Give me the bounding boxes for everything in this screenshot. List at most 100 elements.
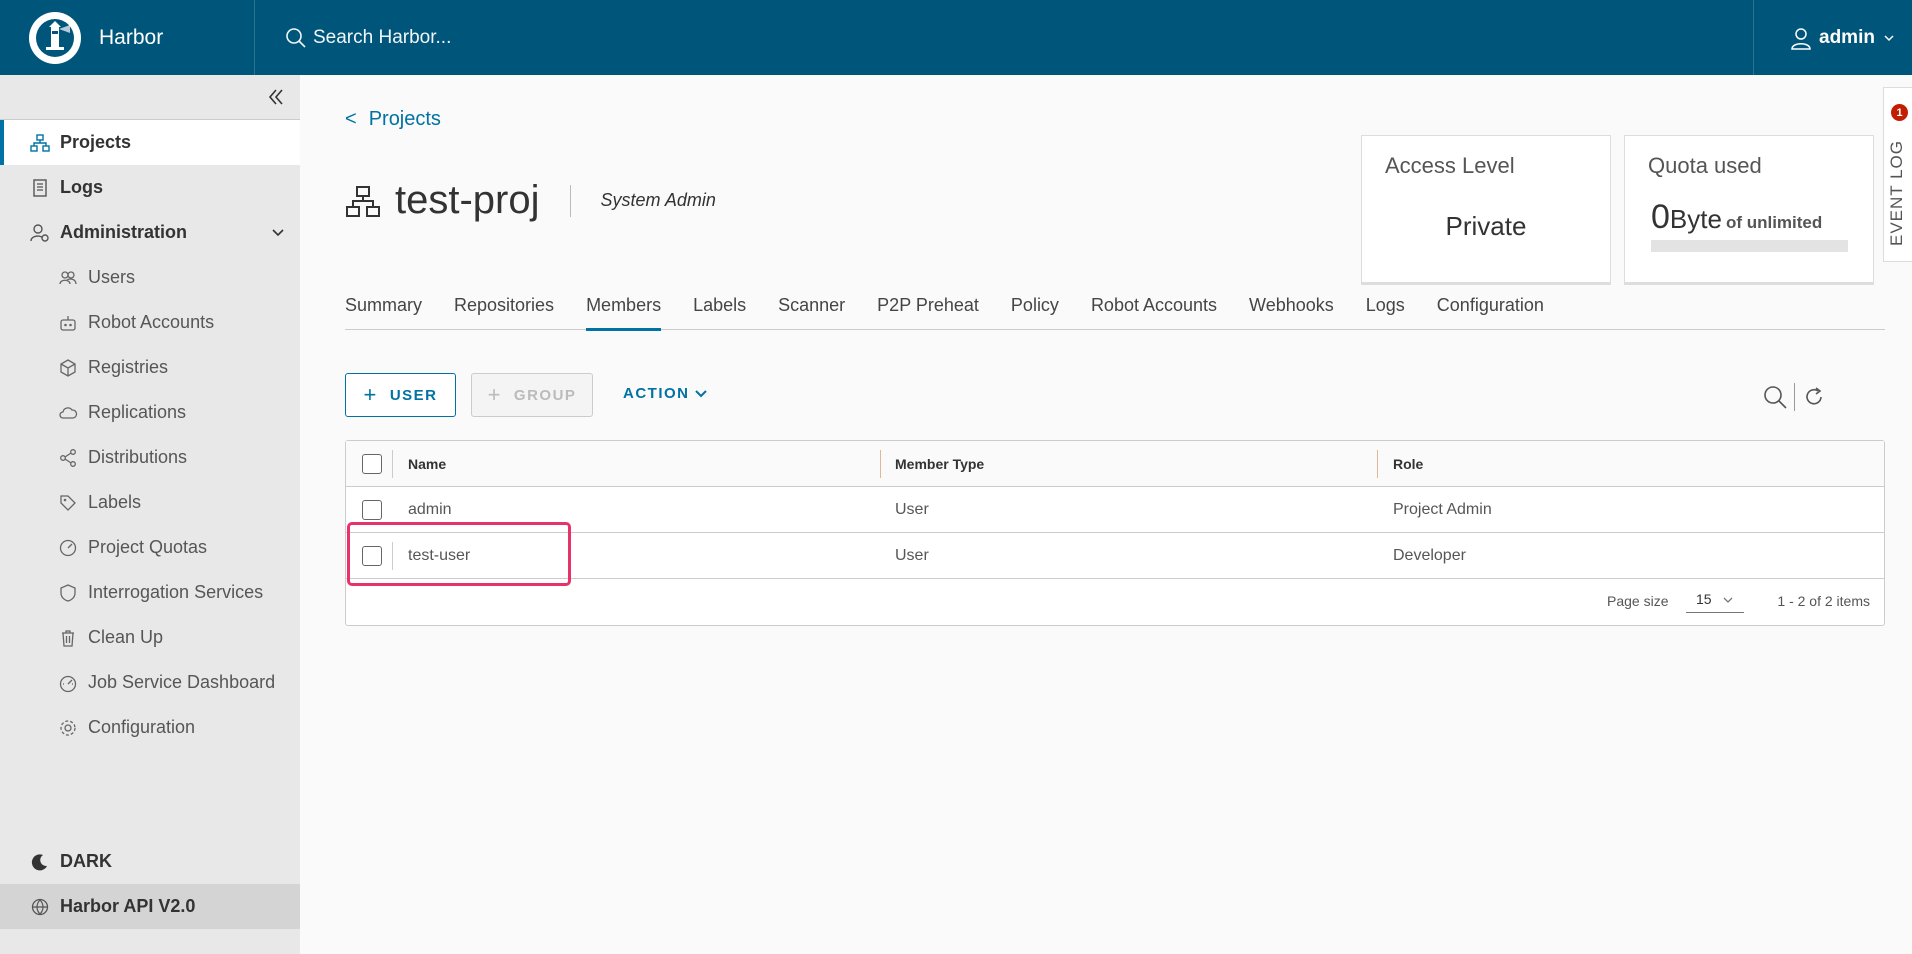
tab-policy[interactable]: Policy [1011,295,1059,330]
members-toolbar: + USER + GROUP ACTION [345,373,1885,417]
add-user-button[interactable]: + USER [345,373,456,417]
sidebar-item-job-service-dashboard[interactable]: Job Service Dashboard [0,660,300,705]
tab-p2p-preheat[interactable]: P2P Preheat [877,295,979,330]
page-size-label: Page size [1607,593,1669,609]
sidebar-item-label: Project Quotas [88,537,208,557]
api-icon [30,897,50,917]
tab-logs[interactable]: Logs [1366,295,1405,330]
sidebar-item-label: Distributions [88,447,188,467]
users-icon [58,268,78,288]
gear-icon [58,718,78,738]
sidebar-item-label: Robot Accounts [88,312,215,332]
tab-repositories[interactable]: Repositories [454,295,554,330]
sidebar-item-label: Users [88,267,136,287]
sidebar-item-label: Clean Up [88,627,164,647]
registries-icon [58,358,78,378]
add-user-label: USER [389,386,438,404]
sidebar-item-label: Administration [60,222,188,242]
sidebar: Projects Logs Administration Users Robot… [0,75,300,954]
quotas-icon [58,538,78,558]
double-chevron-left-icon [268,89,283,105]
sidebar-item-administration[interactable]: Administration [0,210,300,255]
column-header-member-type[interactable]: Member Type [895,441,984,487]
projects-icon [346,185,380,217]
main-content: < Projects test-proj System Admin Access … [300,75,1912,954]
sidebar-item-labels[interactable]: Labels [0,480,300,525]
sidebar-item-clean-up[interactable]: Clean Up [0,615,300,660]
sidebar-bottom: DARK Harbor API V2.0 [0,839,300,929]
sidebar-item-robot-accounts[interactable]: Robot Accounts [0,300,300,345]
global-search[interactable]: Search Harbor... [285,27,451,49]
page-size-select[interactable]: 15 [1686,591,1744,613]
harbor-logo-icon [29,11,81,64]
add-group-button[interactable]: + GROUP [471,373,593,417]
column-resizer[interactable] [880,450,881,478]
member-role: Developer [1393,547,1466,564]
column-resizer[interactable] [1377,450,1378,478]
sidebar-item-label: Job Service Dashboard [88,672,276,692]
dashboard-icon [58,673,78,693]
grid-tools [1762,383,1825,411]
search-icon[interactable] [1762,384,1788,410]
sidebar-item-users[interactable]: Users [0,255,300,300]
column-header-role[interactable]: Role [1393,441,1423,487]
sidebar-item-label: Logs [60,177,103,197]
sidebar-item-projects[interactable]: Projects [0,120,300,165]
sidebar-item-project-quotas[interactable]: Project Quotas [0,525,300,570]
trash-icon [58,628,78,648]
highlight-annotation [347,522,571,586]
sidebar-item-interrogation-services[interactable]: Interrogation Services [0,570,300,615]
tab-labels[interactable]: Labels [693,295,746,330]
sidebar-item-replications[interactable]: Replications [0,390,300,435]
sidebar-item-registries[interactable]: Registries [0,345,300,390]
title-divider [569,184,571,217]
table-row[interactable]: test-user User Developer [346,533,1884,579]
add-group-label: GROUP [513,386,577,404]
replications-icon [58,403,78,423]
harbor-api-link[interactable]: Harbor API V2.0 [0,884,300,929]
chevron-down-icon [272,229,284,237]
sidebar-item-label: Projects [60,132,132,152]
sidebar-item-label: Labels [88,492,142,512]
tab-scanner[interactable]: Scanner [778,295,845,330]
table-header: Name Member Type Role [346,441,1884,487]
table-row[interactable]: admin User Project Admin [346,487,1884,533]
sidebar-item-label: Replications [88,402,187,422]
member-type: User [895,547,929,564]
brand[interactable]: Harbor [0,0,255,75]
tab-robot-accounts[interactable]: Robot Accounts [1091,295,1217,330]
action-dropdown[interactable]: ACTION [623,385,709,402]
breadcrumb-projects-link[interactable]: Projects [369,108,441,130]
row-checkbox[interactable] [362,500,382,520]
page-size-value: 15 [1696,591,1712,607]
member-type: User [895,501,929,518]
members-table: Name Member Type Role admin User Project… [345,440,1885,626]
quota-card: Quota used 0Byte of unlimited [1624,135,1874,285]
tab-members[interactable]: Members [586,295,662,331]
projects-icon [30,133,50,153]
select-all-checkbox[interactable] [362,454,382,474]
sidebar-collapse-row [0,75,300,120]
user-menu[interactable]: admin [1753,0,1912,75]
tab-webhooks[interactable]: Webhooks [1249,295,1334,330]
breadcrumb[interactable]: < Projects [345,108,441,131]
refresh-icon[interactable] [1803,386,1825,408]
plus-icon: + [487,382,502,407]
column-header-name[interactable]: Name [408,441,446,487]
sidebar-item-configuration[interactable]: Configuration [0,705,300,750]
back-arrow: < [345,108,357,130]
dark-mode-toggle[interactable]: DARK [0,839,300,884]
tab-configuration[interactable]: Configuration [1437,295,1544,330]
action-label: ACTION [623,385,690,402]
event-log-label: EVENT LOG [1887,140,1906,246]
search-input[interactable]: Search Harbor... [313,27,451,49]
sidebar-item-distributions[interactable]: Distributions [0,435,300,480]
harbor-api-label: Harbor API V2.0 [60,896,196,916]
sidebar-item-logs[interactable]: Logs [0,165,300,210]
tab-summary[interactable]: Summary [345,295,422,330]
sidebar-item-label: Configuration [88,717,196,737]
quota-number: 0 [1651,198,1670,236]
page-title: test-proj [395,178,540,222]
collapse-sidebar-button[interactable] [264,85,288,109]
event-log-tab[interactable]: 1 EVENT LOG [1883,87,1912,262]
